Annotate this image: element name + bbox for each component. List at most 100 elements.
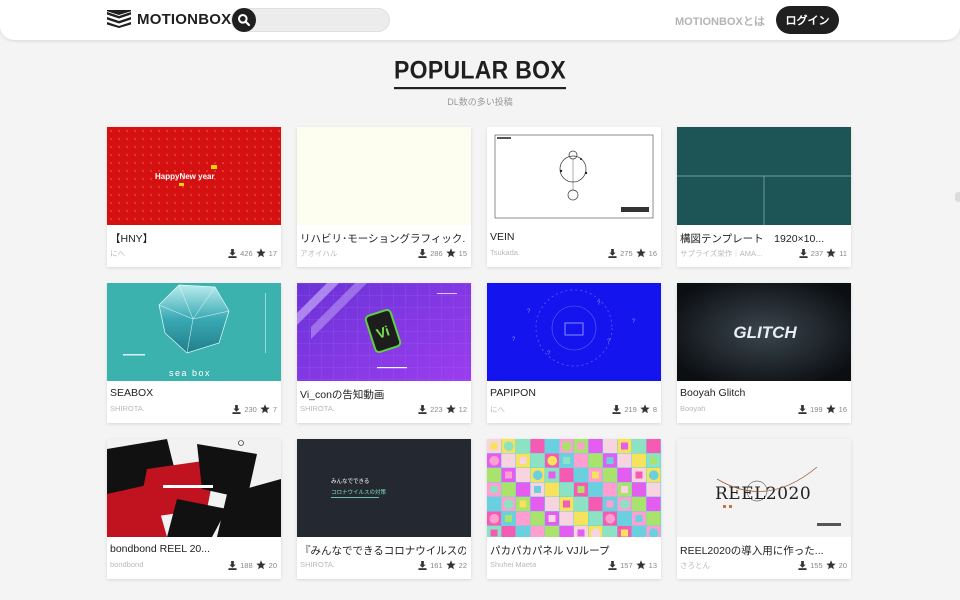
star-count: 17 — [268, 248, 277, 258]
card-title[interactable]: リハビリ･モーショングラフィック... — [300, 231, 466, 246]
box-card[interactable]: みんなでできる コロナウイルスの対策 『みんなでできるコロナウイルスの... S… — [297, 439, 471, 579]
svg-text:REEL2020: REEL2020 — [715, 484, 811, 504]
download-icon — [228, 248, 237, 258]
thumbnail-image: REEL2020 — [677, 439, 851, 537]
svg-text:みんなでできる: みんなでできる — [331, 478, 369, 485]
box-card[interactable]: ? ? ? ? ? ? PAPIPON にへ 219 8 — [487, 283, 661, 423]
logo[interactable]: MOTIONBOX — [107, 10, 231, 28]
card-stats: 426 17 — [228, 248, 277, 258]
card-thumbnail[interactable] — [487, 127, 661, 225]
card-author[interactable]: SHIROTA. — [300, 404, 410, 413]
download-icon — [799, 248, 808, 258]
star-icon — [825, 404, 836, 414]
card-author[interactable]: bondbond — [110, 560, 220, 569]
card-author[interactable]: さろとん — [680, 560, 790, 571]
box-card[interactable]: REEL2020 REEL2020の導入用に作った... さろとん 155 20 — [677, 439, 851, 579]
card-title[interactable]: VEIN — [490, 231, 656, 243]
card-author[interactable]: SHIROTA. — [300, 560, 410, 569]
card-stats: 155 20 — [798, 560, 847, 570]
card-thumbnail[interactable]: みんなでできる コロナウイルスの対策 — [297, 439, 471, 537]
card-title[interactable]: 『みんなでできるコロナウイルスの... — [300, 543, 466, 558]
card-thumbnail[interactable]: GLITCH — [677, 283, 851, 381]
card-author[interactable]: サプライズ栄作｜AMA... — [680, 248, 790, 259]
card-author[interactable]: Shuhei Maeta — [490, 560, 600, 569]
box-card[interactable]: GLITCH Booyah Glitch Booyah 199 16 — [677, 283, 851, 423]
thumbnail-image — [297, 127, 471, 225]
card-title[interactable]: Booyah Glitch — [680, 387, 846, 399]
star-count: 20 — [838, 560, 847, 570]
card-title[interactable]: PAPIPON — [490, 387, 656, 399]
box-card[interactable]: bondbond REEL 20... bondbond 188 20 — [107, 439, 281, 579]
star-icon — [445, 248, 456, 258]
star-count: 7 — [272, 404, 277, 414]
star-icon — [825, 560, 836, 570]
svg-text:sea box: sea box — [169, 368, 211, 378]
card-title[interactable]: SEABOX — [110, 387, 276, 399]
card-title[interactable]: REEL2020の導入用に作った... — [680, 543, 846, 558]
download-count: 199 — [810, 404, 823, 414]
card-thumbnail[interactable]: REEL2020 — [677, 439, 851, 537]
download-icon — [418, 404, 427, 414]
download-count: 219 — [624, 404, 637, 414]
scroll-tab[interactable] — [955, 192, 960, 202]
star-icon — [635, 248, 646, 258]
star-count: 8 — [652, 404, 657, 414]
card-thumbnail[interactable] — [487, 439, 661, 537]
stacked-layers-icon — [107, 10, 131, 28]
card-thumbnail[interactable] — [297, 127, 471, 225]
card-stats: 188 20 — [228, 560, 277, 570]
section-title: POPULAR BOX — [394, 56, 566, 90]
star-icon — [260, 404, 270, 414]
card-title[interactable]: 【HNY】 — [110, 231, 276, 246]
search-button[interactable] — [232, 8, 256, 32]
card-thumbnail[interactable]: ? ? ? ? ? ? — [487, 283, 661, 381]
card-thumbnail[interactable] — [107, 439, 281, 537]
box-card[interactable]: パカパカパネル VJループ Shuhei Maeta 157 13 — [487, 439, 661, 579]
search-input[interactable] — [260, 11, 384, 29]
download-icon — [608, 560, 617, 570]
card-thumbnail[interactable]: Vi — [297, 283, 471, 381]
card-author[interactable]: Booyah — [680, 404, 790, 413]
box-card[interactable]: sea box SEABOX SHIROTA. 230 7 — [107, 283, 281, 423]
card-stats: 219 8 — [612, 404, 657, 414]
download-icon — [798, 560, 807, 570]
section-title-wrap: POPULAR BOX — [0, 56, 960, 90]
download-count: 155 — [810, 560, 823, 570]
card-stats: 286 15 — [418, 248, 467, 258]
star-count: 20 — [268, 560, 277, 570]
star-count: 22 — [458, 560, 467, 570]
box-card[interactable]: リハビリ･モーショングラフィック... アオイハル 286 15 — [297, 127, 471, 267]
card-title[interactable]: 構図テンプレート 1920×10... — [680, 231, 846, 246]
star-icon — [445, 404, 456, 414]
thumbnail-image: Vi — [297, 283, 471, 381]
login-button[interactable]: ログイン — [776, 6, 839, 34]
card-title[interactable]: bondbond REEL 20... — [110, 543, 276, 555]
download-icon — [612, 404, 621, 414]
card-stats: 199 16 — [798, 404, 847, 414]
card-author[interactable]: にへ — [490, 404, 600, 415]
box-card[interactable]: Vi Vi_conの告知動画 SHIROTA. 223 12 — [297, 283, 471, 423]
card-stats: 237 11 — [799, 248, 847, 258]
thumbnail-image: sea box — [107, 283, 281, 381]
box-card[interactable]: VEIN Tsukada. 275 16 — [487, 127, 661, 267]
card-title[interactable]: パカパカパネル VJループ — [490, 543, 656, 558]
about-link[interactable]: MOTIONBOXとは — [675, 13, 765, 29]
thumbnail-image — [487, 127, 661, 225]
card-stats: 230 7 — [232, 404, 277, 414]
box-card[interactable]: HappyNew year 【HNY】 にへ 426 17 — [107, 127, 281, 267]
box-card[interactable]: 構図テンプレート 1920×10... サプライズ栄作｜AMA... 237 1… — [677, 127, 851, 267]
download-icon — [228, 560, 237, 570]
thumbnail-image: HappyNew year — [107, 127, 281, 225]
star-count: 11 — [839, 248, 847, 258]
download-icon — [418, 248, 427, 258]
card-author[interactable]: アオイハル — [300, 248, 410, 259]
download-count: 157 — [620, 560, 633, 570]
card-author[interactable]: にへ — [110, 248, 220, 259]
card-author[interactable]: Tsukada. — [490, 248, 600, 257]
card-thumbnail[interactable]: sea box — [107, 283, 281, 381]
card-thumbnail[interactable] — [677, 127, 851, 225]
card-title[interactable]: Vi_conの告知動画 — [300, 387, 466, 402]
download-count: 286 — [430, 248, 443, 258]
card-thumbnail[interactable]: HappyNew year — [107, 127, 281, 225]
card-author[interactable]: SHIROTA. — [110, 404, 220, 413]
